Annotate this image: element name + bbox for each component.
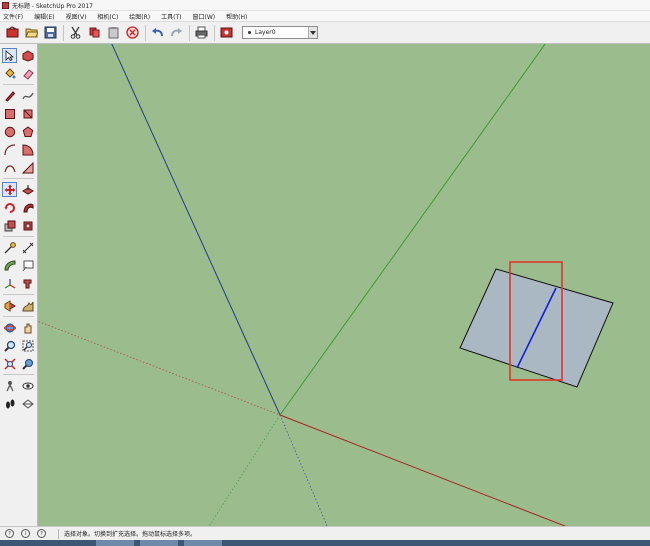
text-icon[interactable]	[20, 258, 35, 273]
eraser-icon[interactable]	[20, 66, 35, 81]
layer-value: Layer0	[255, 29, 276, 36]
palette-separator	[3, 374, 34, 375]
zoom-extents-icon[interactable]	[2, 356, 17, 371]
status-bar: ? i ? 选择对象。切换到扩充选择。拖动鼠标选择多项。	[0, 526, 650, 540]
sketchup-window: 无标题 - SketchUp Pro 2017 文件(F) 编辑(E) 视图(V…	[0, 0, 650, 546]
green-axis-negative	[208, 414, 281, 526]
position-camera-icon[interactable]	[2, 378, 17, 393]
rotated-rectangle-icon[interactable]	[20, 106, 35, 121]
pencil-icon[interactable]	[2, 88, 17, 103]
make-component-icon[interactable]	[20, 48, 35, 63]
orbit-icon[interactable]	[2, 320, 17, 335]
palette-separator	[3, 84, 34, 85]
get-started-icon[interactable]	[5, 25, 20, 40]
cut-icon[interactable]	[68, 25, 83, 40]
circle-icon[interactable]	[2, 124, 17, 139]
title-bar: 无标题 - SketchUp Pro 2017	[0, 0, 650, 11]
print-icon[interactable]	[194, 25, 209, 40]
status-message: 选择对象。切换到扩充选择。拖动鼠标选择多项。	[64, 531, 197, 538]
two-point-arc-icon[interactable]	[2, 160, 17, 175]
palette-separator	[3, 236, 34, 237]
model-viewport-svg	[38, 44, 614, 526]
protractor-icon[interactable]	[2, 258, 17, 273]
pan-icon[interactable]	[20, 320, 35, 335]
move-icon[interactable]	[2, 182, 17, 197]
palette-separator	[3, 178, 34, 179]
toolbar-separator	[189, 24, 190, 41]
drawing-area[interactable]	[38, 44, 650, 526]
open-folder-icon[interactable]	[24, 25, 39, 40]
follow-me-icon[interactable]	[20, 200, 35, 215]
polygon-icon[interactable]	[20, 124, 35, 139]
toolbar-separator	[145, 24, 146, 41]
copy-icon[interactable]	[87, 25, 102, 40]
standard-toolbar: Layer0	[0, 22, 650, 44]
look-around-icon[interactable]	[20, 378, 35, 393]
menu-tools[interactable]: 工具(T)	[161, 12, 181, 21]
model-info-icon[interactable]	[219, 25, 234, 40]
select-icon[interactable]	[2, 48, 17, 63]
zoom-window-icon[interactable]	[20, 338, 35, 353]
window-title: 无标题 - SketchUp Pro 2017	[12, 2, 93, 10]
red-axis	[279, 414, 567, 526]
save-icon[interactable]	[43, 25, 58, 40]
pie-icon[interactable]	[20, 142, 35, 157]
palette-separator	[3, 294, 34, 295]
previous-view-icon[interactable]	[20, 356, 35, 371]
taskbar-item[interactable]	[96, 540, 134, 546]
menu-bar: 文件(F) 编辑(E) 视图(V) 相机(C) 绘图(R) 工具(T) 窗口(W…	[0, 11, 650, 22]
palette-separator	[3, 316, 34, 317]
menu-edit[interactable]: 编辑(E)	[34, 12, 54, 21]
rectangle-icon[interactable]	[2, 106, 17, 121]
menu-file[interactable]: 文件(F)	[3, 12, 23, 21]
layer-dropdown[interactable]: Layer0	[242, 26, 318, 39]
paint-bucket-icon[interactable]	[2, 66, 17, 81]
menu-help[interactable]: 帮助(H)	[226, 12, 247, 21]
windows-taskbar	[0, 540, 650, 546]
freehand-icon[interactable]	[20, 88, 35, 103]
toolbar-separator	[63, 24, 64, 41]
sandbox-icon[interactable]	[20, 298, 35, 313]
paste-icon[interactable]	[106, 25, 121, 40]
offset-icon[interactable]	[20, 218, 35, 233]
geo-location-icon[interactable]: ?	[5, 529, 14, 538]
taskbar-item[interactable]	[184, 540, 222, 546]
tape-measure-icon[interactable]	[2, 240, 17, 255]
credits-icon[interactable]: i	[21, 529, 30, 538]
erase-icon[interactable]	[125, 25, 140, 40]
help-icon[interactable]: ?	[37, 529, 46, 538]
chevron-down-icon[interactable]	[308, 27, 317, 38]
3d-text-icon[interactable]	[20, 276, 35, 291]
section-display-icon[interactable]	[20, 396, 35, 411]
section-plane-icon[interactable]	[2, 298, 17, 313]
red-axis-negative	[38, 320, 281, 416]
menu-draw[interactable]: 绘图(R)	[129, 12, 150, 21]
current-layer-bullet-icon	[248, 31, 251, 34]
toolbar-separator	[214, 24, 215, 41]
zoom-icon[interactable]	[2, 338, 17, 353]
rotate-icon[interactable]	[2, 200, 17, 215]
dimension-icon[interactable]	[20, 240, 35, 255]
sketchup-app-icon	[2, 1, 9, 9]
taskbar-item[interactable]	[140, 540, 178, 546]
large-tool-set-palette	[0, 44, 38, 526]
menu-camera[interactable]: 相机(C)	[97, 12, 118, 21]
status-separator	[58, 528, 59, 539]
walk-icon[interactable]	[2, 396, 17, 411]
menu-window[interactable]: 窗口(W)	[193, 12, 216, 21]
axes-icon[interactable]	[2, 276, 17, 291]
undo-icon[interactable]	[150, 25, 165, 40]
blue-axis-negative	[279, 414, 328, 526]
three-point-arc-icon[interactable]	[20, 160, 35, 175]
menu-view[interactable]: 视图(V)	[66, 12, 87, 21]
arc-icon[interactable]	[2, 142, 17, 157]
scale-icon[interactable]	[2, 218, 17, 233]
blue-axis	[111, 44, 281, 416]
redo-icon[interactable]	[169, 25, 184, 40]
push-pull-icon[interactable]	[20, 182, 35, 197]
